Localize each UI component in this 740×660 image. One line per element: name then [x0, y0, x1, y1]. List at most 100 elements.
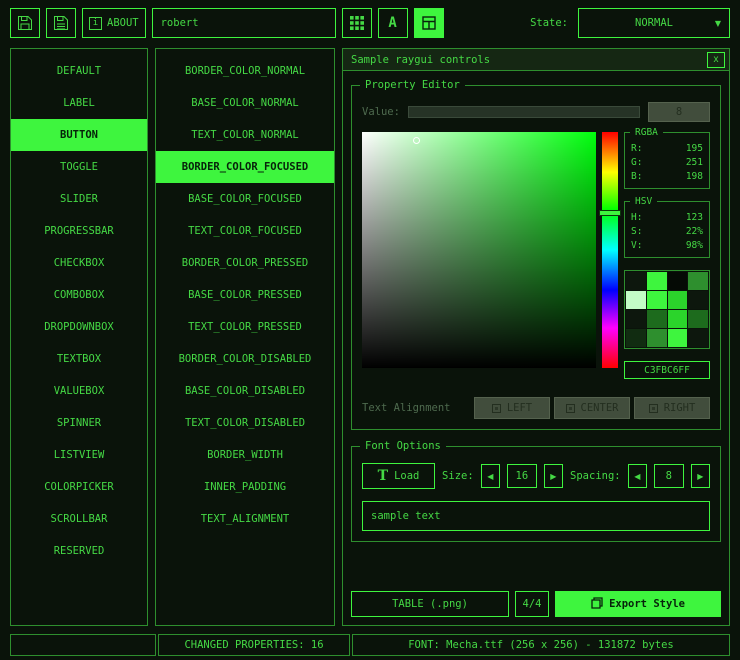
list-item-valuebox[interactable]: VALUEBOX [11, 375, 147, 407]
b-value: 198 [686, 170, 703, 184]
export-format-dropdown[interactable]: TABLE (.png) [351, 591, 509, 617]
controls-view-button[interactable] [414, 8, 444, 38]
palette-cell[interactable] [688, 291, 708, 309]
list-item-textbox[interactable]: TEXTBOX [11, 343, 147, 375]
align-right-label: RIGHT [664, 402, 696, 414]
palette-cell[interactable] [647, 272, 667, 290]
list-item-border_color_normal[interactable]: BORDER_COLOR_NORMAL [156, 55, 334, 87]
v-label: V: [631, 239, 642, 253]
list-item-base_color_focused[interactable]: BASE_COLOR_FOCUSED [156, 183, 334, 215]
export-style-label: Export Style [609, 598, 685, 610]
list-item-border_color_pressed[interactable]: BORDER_COLOR_PRESSED [156, 247, 334, 279]
list-item-text_color_normal[interactable]: TEXT_COLOR_NORMAL [156, 119, 334, 151]
list-item-toggle[interactable]: TOGGLE [11, 151, 147, 183]
list-item-base_color_normal[interactable]: BASE_COLOR_NORMAL [156, 87, 334, 119]
palette-cell[interactable] [668, 329, 688, 347]
spacing-decrease-button[interactable]: ◀ [628, 464, 647, 488]
hex-value-box[interactable]: C3FBC6FF [624, 361, 710, 379]
list-item-border_color_disabled[interactable]: BORDER_COLOR_DISABLED [156, 343, 334, 375]
spacing-increase-button[interactable]: ▶ [691, 464, 710, 488]
palette-cell[interactable] [626, 310, 646, 328]
spacing-value-box[interactable]: 8 [654, 464, 684, 488]
saturation-value-panel[interactable] [362, 132, 596, 368]
list-item-inner_padding[interactable]: INNER_PADDING [156, 471, 334, 503]
color-selector-marker[interactable] [413, 137, 420, 144]
export-style-button[interactable]: Export Style [555, 591, 721, 617]
size-decrease-button[interactable]: ◀ [481, 464, 500, 488]
color-picker-row: RGBA R: 195 G: 251 B: 198 [362, 132, 710, 379]
save-style-button[interactable] [10, 8, 40, 38]
palette-cell[interactable] [626, 291, 646, 309]
floppy-save-as-icon [53, 15, 69, 31]
list-item-dropdownbox[interactable]: DROPDOWNBOX [11, 311, 147, 343]
state-dropdown[interactable]: NORMAL ▼ [578, 8, 730, 38]
font-load-button[interactable]: T Load [362, 463, 435, 489]
list-item-text_alignment[interactable]: TEXT_ALIGNMENT [156, 503, 334, 535]
palette-cell[interactable] [668, 291, 688, 309]
align-left-button[interactable]: LEFT [474, 397, 550, 419]
palette-cell[interactable] [668, 310, 688, 328]
list-item-text_color_disabled[interactable]: TEXT_COLOR_DISABLED [156, 407, 334, 439]
r-label: R: [631, 142, 642, 156]
list-item-text_color_focused[interactable]: TEXT_COLOR_FOCUSED [156, 215, 334, 247]
list-item-border_color_focused[interactable]: BORDER_COLOR_FOCUSED [156, 151, 334, 183]
list-item-scrollbar[interactable]: SCROLLBAR [11, 503, 147, 535]
align-left-icon [492, 404, 501, 413]
list-item-reserved[interactable]: RESERVED [11, 535, 147, 567]
size-value-box[interactable]: 16 [507, 464, 537, 488]
state-dropdown-value: NORMAL [635, 17, 673, 29]
list-item-base_color_disabled[interactable]: BASE_COLOR_DISABLED [156, 375, 334, 407]
list-item-border_width[interactable]: BORDER_WIDTH [156, 439, 334, 471]
palette-cell[interactable] [668, 272, 688, 290]
size-increase-button[interactable]: ▶ [544, 464, 563, 488]
palette-cell[interactable] [647, 291, 667, 309]
value-slider[interactable] [408, 106, 640, 118]
state-group: State: NORMAL ▼ [530, 8, 730, 38]
about-button[interactable]: i ABOUT [82, 8, 146, 38]
list-item-button[interactable]: BUTTON [11, 119, 147, 151]
sample-window-body: Property Editor Value: 8 [343, 71, 729, 625]
list-item-progressbar[interactable]: PROGRESSBAR [11, 215, 147, 247]
palette-cell[interactable] [626, 272, 646, 290]
palette-cell[interactable] [688, 329, 708, 347]
list-item-default[interactable]: DEFAULT [11, 55, 147, 87]
hue-bar[interactable] [602, 132, 618, 368]
style-name-input[interactable] [152, 8, 336, 38]
list-item-checkbox[interactable]: CHECKBOX [11, 247, 147, 279]
save-as-style-button[interactable] [46, 8, 76, 38]
font-atlas-button[interactable]: A [378, 8, 408, 38]
r-value: 195 [686, 142, 703, 156]
close-button[interactable]: x [707, 52, 725, 68]
toolbar: i ABOUT A State: NORMAL ▼ [0, 0, 740, 44]
hsv-h-line: H: 123 [631, 211, 703, 225]
list-item-slider[interactable]: SLIDER [11, 183, 147, 215]
sample-text-input[interactable] [362, 501, 710, 531]
b-label: B: [631, 170, 642, 184]
palette-cell[interactable] [688, 310, 708, 328]
list-item-base_color_pressed[interactable]: BASE_COLOR_PRESSED [156, 279, 334, 311]
list-item-combobox[interactable]: COMBOBOX [11, 279, 147, 311]
list-item-text_color_pressed[interactable]: TEXT_COLOR_PRESSED [156, 311, 334, 343]
list-item-spinner[interactable]: SPINNER [11, 407, 147, 439]
pages-value-box[interactable]: 4/4 [515, 591, 549, 617]
info-icon: i [89, 17, 102, 30]
align-right-button[interactable]: RIGHT [634, 397, 710, 419]
style-table-button[interactable] [342, 8, 372, 38]
status-bar: CHANGED PROPERTIES: 16 FONT: Mecha.ttf (… [2, 634, 738, 656]
h-label: H: [631, 211, 642, 225]
palette-cell[interactable] [647, 310, 667, 328]
palette-cell[interactable] [647, 329, 667, 347]
palette-cell[interactable] [688, 272, 708, 290]
list-item-listview[interactable]: LISTVIEW [11, 439, 147, 471]
list-item-colorpicker[interactable]: COLORPICKER [11, 471, 147, 503]
rgba-group: RGBA R: 195 G: 251 B: 198 [624, 132, 710, 189]
list-item-label[interactable]: LABEL [11, 87, 147, 119]
font-a-icon: A [388, 15, 396, 31]
palette-cell[interactable] [626, 329, 646, 347]
arrow-right-icon: ▶ [550, 472, 556, 481]
sample-window-titlebar[interactable]: Sample raygui controls x [343, 49, 729, 71]
align-center-button[interactable]: CENTER [554, 397, 630, 419]
value-number-box[interactable]: 8 [648, 102, 710, 122]
hue-marker[interactable] [599, 210, 621, 216]
statusbar-left [10, 634, 156, 656]
